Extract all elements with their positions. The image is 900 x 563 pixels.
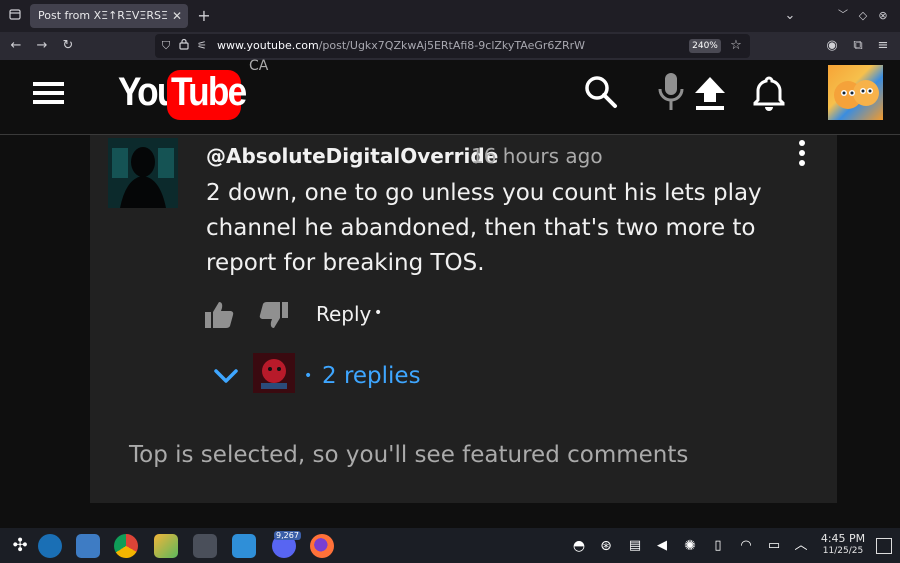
url-path: /post/Ugkx7QZkwAj5ERtAfi8-9clZkyTAeGr6ZR…	[318, 39, 585, 52]
app-launcher-icon[interactable]: ✣	[8, 534, 32, 558]
replies-separator-dot: •	[304, 368, 313, 384]
battery-icon[interactable]: ▭	[762, 534, 786, 558]
store-icon[interactable]	[232, 534, 256, 558]
window-close-icon[interactable]: ⊗	[876, 8, 890, 24]
app-menu-icon[interactable]: ≡	[876, 38, 890, 54]
url-domain: www.youtube.com	[217, 39, 319, 52]
browser-tab-bar: Post from XΞ↑RΞVΞRSΞ ×Ξ↑ ✕ + ⌄ ﹀ ◇ ⊗	[0, 0, 900, 32]
featured-comments-note: Top is selected, so you'll see featured …	[129, 442, 689, 468]
comment-text: 2 down, one to go unless you count his l…	[206, 180, 762, 276]
forward-icon[interactable]: →	[35, 38, 49, 54]
tracking-shield-icon[interactable]: ⛉	[159, 38, 173, 54]
show-desktop-icon[interactable]	[876, 538, 892, 554]
url-text[interactable]: www.youtube.com/post/Ugkx7QZkwAj5ERtAfi8…	[217, 34, 585, 58]
extensions-icon[interactable]: ⧉	[851, 38, 865, 54]
clipboard-icon[interactable]: ▤	[623, 534, 647, 558]
like-thumb-icon[interactable]	[203, 299, 235, 331]
new-tab-icon[interactable]: +	[197, 8, 211, 24]
back-icon[interactable]: ←	[9, 38, 23, 54]
storage-icon[interactable]: ▯	[706, 534, 730, 558]
steam-tray-icon[interactable]: ⊛	[594, 534, 618, 558]
notification-badge: 9,267	[274, 531, 301, 540]
commenter-avatar[interactable]	[108, 138, 178, 208]
active-tab[interactable]: Post from XΞ↑RΞVΞRSΞ ×Ξ↑ ✕	[30, 4, 188, 28]
account-avatar[interactable]	[828, 65, 883, 120]
volume-icon[interactable]: ◀	[650, 534, 674, 558]
file-manager-icon[interactable]	[76, 534, 100, 558]
minimize-icon[interactable]: ﹀	[836, 8, 850, 24]
creator-reply-avatar	[253, 353, 295, 393]
tab-title: Post from XΞ↑RΞVΞRSΞ ×Ξ↑	[38, 9, 168, 22]
steam-icon[interactable]	[38, 534, 62, 558]
os-taskbar: ✣ 9,267 ◓ ⊛ ▤ ◀ ✺ ▯ ◠ ▭ ︿ 4:45 PM 11/25/…	[0, 528, 900, 563]
logo-tube-text: Tube	[171, 70, 247, 114]
view-replies-button[interactable]: 2 replies	[322, 363, 421, 389]
brightness-icon[interactable]: ✺	[678, 534, 702, 558]
dislike-thumb-icon[interactable]	[258, 299, 290, 331]
upload-icon[interactable]	[693, 75, 727, 111]
microphone-icon[interactable]	[656, 71, 686, 113]
comment-author[interactable]: @AbsoluteDigitalOverride	[206, 144, 498, 168]
chrome-icon[interactable]	[114, 534, 138, 558]
system-settings-icon[interactable]	[193, 534, 217, 558]
bookmark-star-icon[interactable]: ☆	[729, 38, 743, 54]
zoom-badge[interactable]: 240%	[689, 39, 721, 53]
lock-icon[interactable]	[177, 38, 191, 55]
discord-tray-icon[interactable]: ◓	[567, 534, 591, 558]
youtube-header: You Tube CA	[0, 58, 900, 135]
clock-time: 4:45 PM	[820, 532, 866, 545]
firefox-icon[interactable]	[310, 534, 334, 558]
tray-expand-chevron-icon[interactable]: ︿	[789, 534, 813, 558]
tab-list-icon[interactable]	[8, 8, 22, 25]
taskbar-clock[interactable]: 4:45 PM 11/25/25	[812, 533, 874, 557]
maximize-icon[interactable]: ◇	[856, 8, 870, 24]
address-bar[interactable]: ⛉ ⚟ www.youtube.com/post/Ugkx7QZkwAj5ERt…	[155, 34, 750, 58]
reply-button[interactable]: Reply	[316, 302, 371, 326]
clock-date: 11/25/25	[822, 546, 864, 556]
wifi-icon[interactable]: ◠	[734, 534, 758, 558]
reload-icon[interactable]: ↻	[61, 38, 75, 54]
comment-timestamp[interactable]: 16 hours ago	[471, 144, 603, 168]
tab-close-icon[interactable]: ✕	[172, 4, 182, 28]
notifications-bell-icon[interactable]	[752, 74, 786, 112]
permissions-icon[interactable]: ⚟	[195, 38, 209, 54]
tab-overflow-chevron-icon[interactable]: ⌄	[783, 8, 797, 24]
browser-nav-bar: ← → ↻ ⛉ ⚟ www.youtube.com/post/Ugkx7QZkw…	[0, 32, 900, 60]
account-icon[interactable]: ◉	[825, 38, 839, 54]
app-cube-icon[interactable]	[154, 534, 178, 558]
region-code: CA	[249, 58, 269, 74]
expand-replies-chevron-icon[interactable]	[213, 367, 239, 385]
separator-dot: •	[374, 305, 383, 321]
comment-card: @AbsoluteDigitalOverride 16 hours ago 2 …	[90, 135, 837, 503]
search-icon[interactable]	[584, 75, 618, 109]
